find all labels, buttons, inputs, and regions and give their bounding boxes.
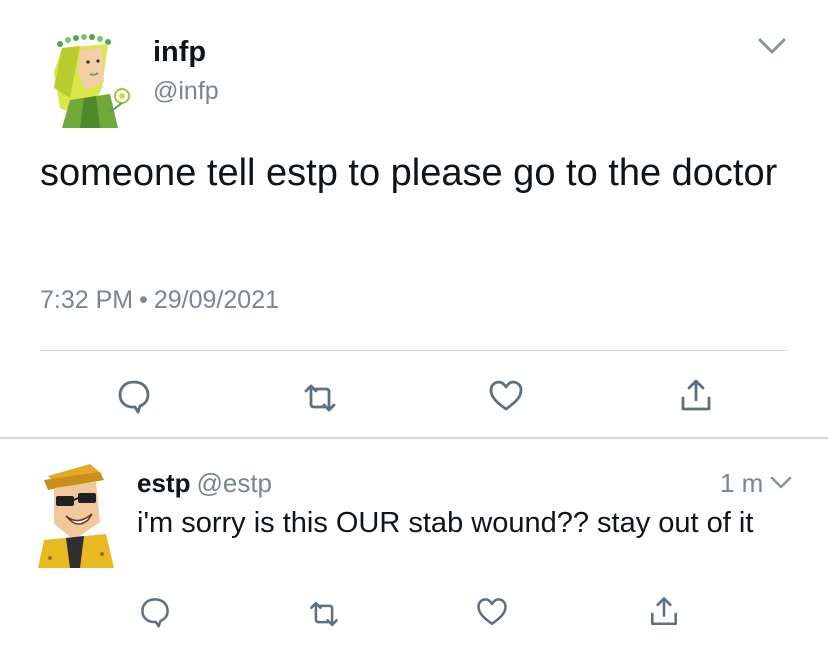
reply-time[interactable]: 1 m [720, 466, 763, 500]
retweet-button[interactable] [300, 378, 340, 418]
retweet-icon [310, 601, 338, 627]
author-handle[interactable]: @infp [153, 75, 219, 107]
reply-icon [118, 380, 150, 414]
avatar[interactable] [40, 28, 140, 128]
reply-header: estp @estp [137, 466, 272, 500]
share-icon [651, 597, 677, 625]
like-icon [489, 380, 523, 411]
reply-button[interactable] [137, 594, 173, 630]
tweet-text: someone tell estp to please go to the do… [40, 152, 778, 194]
tweet-timestamp[interactable]: 7:32 PM • 29/09/2021 [40, 284, 279, 316]
avatar[interactable] [30, 458, 120, 568]
reply-text: i'm sorry is this OUR stab wound?? stay … [137, 507, 754, 539]
like-button[interactable] [486, 376, 526, 416]
tweet-time: 7:32 PM [40, 286, 134, 314]
share-button[interactable] [646, 594, 682, 630]
divider [0, 437, 828, 439]
author-handle[interactable]: @estp [196, 468, 272, 498]
tweet-date: 29/09/2021 [153, 286, 279, 314]
meta-separator: • [139, 286, 148, 314]
chevron-down-icon[interactable] [766, 472, 796, 494]
share-button[interactable] [676, 376, 716, 416]
divider [40, 350, 788, 351]
reply-button[interactable] [114, 376, 154, 416]
like-icon [477, 598, 507, 625]
share-icon [681, 379, 711, 411]
reply-icon [141, 598, 169, 628]
author-name[interactable]: estp [137, 468, 190, 498]
chevron-down-icon[interactable] [752, 32, 792, 60]
like-button[interactable] [474, 594, 510, 630]
retweet-icon [304, 384, 336, 412]
author-name[interactable]: infp [153, 34, 206, 70]
retweet-button[interactable] [306, 596, 342, 632]
